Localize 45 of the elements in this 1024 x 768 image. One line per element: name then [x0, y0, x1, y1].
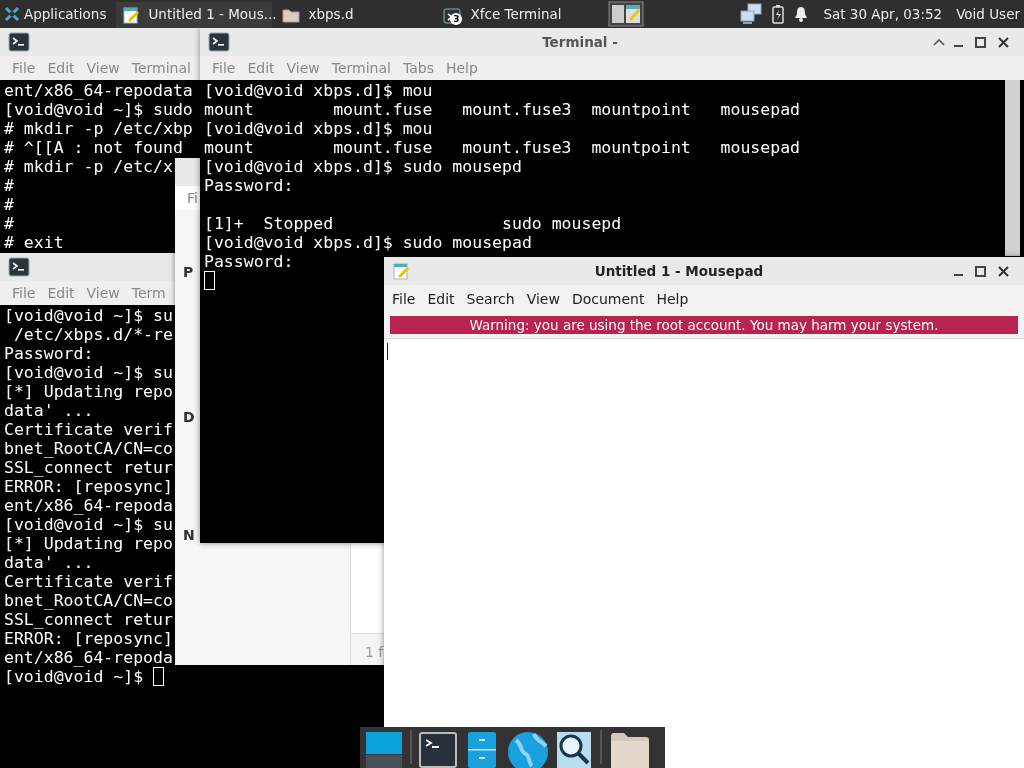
terminal-line: #	[4, 176, 14, 195]
terminal-line: [void@void ~]$ su	[4, 515, 173, 534]
terminal-line: data' ...	[4, 401, 94, 420]
sidebar-heading: D	[183, 408, 195, 427]
terminal-line: Password:	[4, 344, 94, 363]
sidebar-heading: P	[183, 263, 194, 282]
warning-banner: Warning: you are using the root account. You may harm your system.	[390, 316, 1018, 334]
status-text: 1 f	[365, 644, 384, 660]
terminal-line: [void@void xbps.d]$ sudo mousepad	[204, 233, 532, 252]
terminal-line: Certificate verif	[4, 572, 173, 591]
terminal-line: # mkdir -p /etc/xbp	[4, 119, 193, 138]
terminal-line: # exit	[4, 233, 64, 252]
sidebar-heading: N	[183, 526, 195, 545]
terminal-line: # mkdir -p /etc/x	[4, 157, 173, 176]
terminal-line: [*] Updating repo	[4, 534, 173, 553]
terminal-line: SSL_connect retur	[4, 458, 173, 477]
terminal-line: [void@void xbps.d]$ mou	[204, 119, 433, 138]
terminal-line: [void@void ~]$ su	[4, 363, 173, 382]
terminal-line: [void@void xbps.d]$ sudo mousepd	[204, 157, 522, 176]
terminal-line: #	[4, 195, 14, 214]
terminal-line: SSL_connect retur	[4, 610, 173, 629]
terminal-line: bnet_RootCA/CN=co	[4, 591, 173, 610]
terminal-line: [void@void ~]$ su	[4, 306, 173, 325]
terminal-line: bnet_RootCA/CN=co	[4, 439, 173, 458]
terminal-line: ent/x86_64-repoda	[4, 496, 173, 515]
terminal-line: [void@void ~]$ sudo	[4, 100, 193, 119]
terminal-line: Password:	[204, 176, 294, 195]
window-title: Untitled 1 - Mousepad	[593, 261, 765, 281]
terminal-line: ERROR: [reposync]	[4, 629, 173, 648]
terminal-line: ERROR: [reposync]	[4, 477, 173, 496]
terminal-line: [void@void xbps.d]$ mou	[204, 81, 433, 100]
terminal-line: [*] Updating repo	[4, 382, 173, 401]
terminal-line: Password:	[204, 252, 294, 271]
terminal-line: mount mount.fuse mount.fuse3 mountpoint mousepad	[204, 138, 801, 157]
terminal-line: ent/x86_64-repoda	[4, 648, 173, 667]
terminal-line: # ^[[A : not found	[4, 138, 183, 157]
terminal-line: ent/x86_64-repodata	[4, 81, 193, 100]
terminal-line: mount mount.fuse mount.fuse3 mountpoint mousepad	[204, 100, 801, 119]
terminal-line: Certificate verif	[4, 420, 173, 439]
terminal-line: data' ...	[4, 553, 94, 572]
terminal-line: #	[4, 214, 14, 233]
terminal-line: /etc/xbps.d/*-re	[12, 325, 173, 344]
terminal-line: [1]+ Stopped sudo mousepd	[204, 214, 622, 233]
window-title: Terminal -	[541, 32, 619, 52]
terminal-line: [void@void ~]$	[4, 667, 145, 686]
